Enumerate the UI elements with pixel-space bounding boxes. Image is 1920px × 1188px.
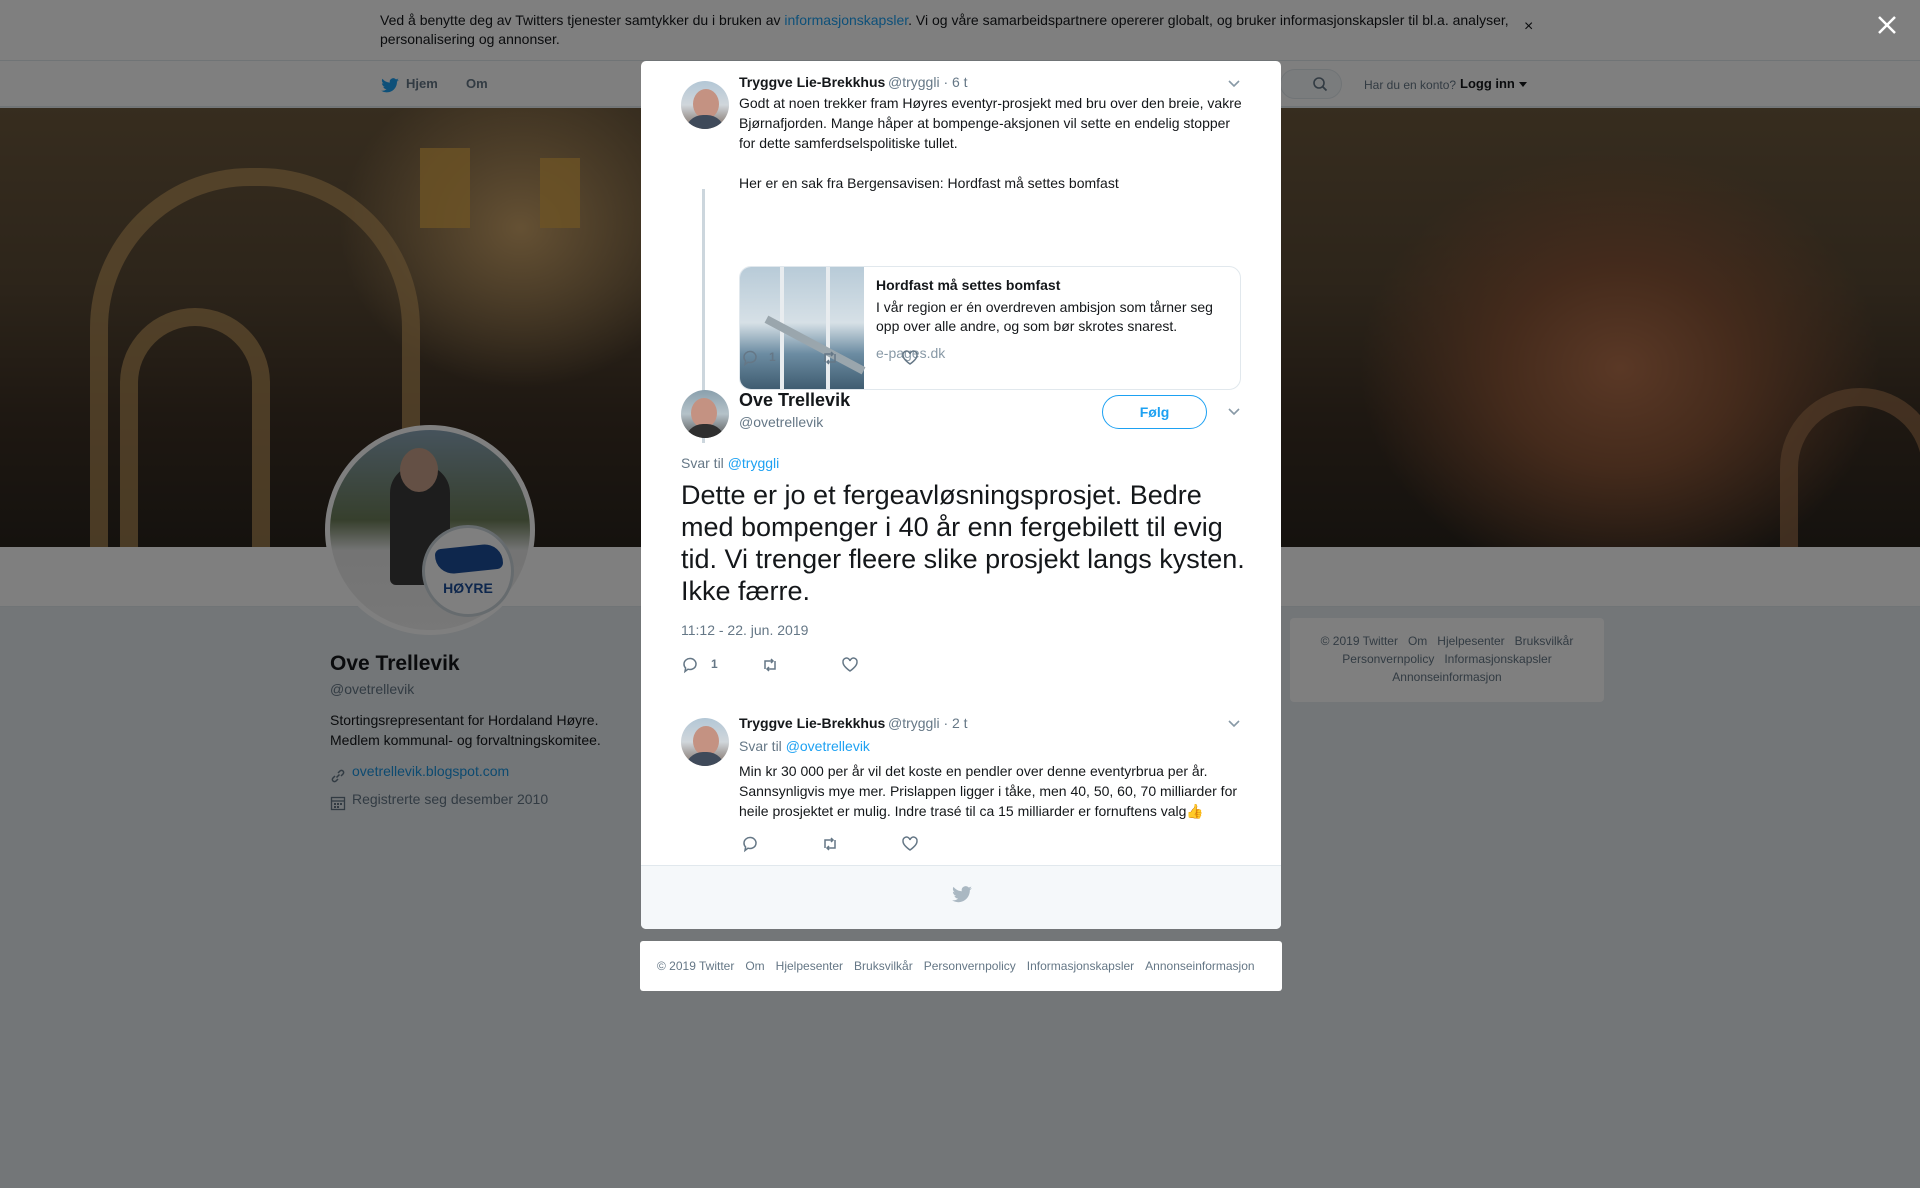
- heart-icon[interactable]: [841, 656, 859, 674]
- heart-icon[interactable]: [901, 835, 919, 853]
- tweet-author-name[interactable]: Tryggve Lie-Brekkhus: [739, 715, 885, 731]
- tweet-author-handle[interactable]: @tryggli · 2 t: [888, 715, 968, 731]
- tweet-main-text: Dette er jo et fergeavløsningsprosjet. B…: [681, 480, 1245, 606]
- modal-footer: [641, 865, 1281, 929]
- chevron-down-icon[interactable]: [1227, 79, 1241, 89]
- avatar-shirt: [685, 115, 725, 129]
- reply-icon[interactable]: [741, 835, 759, 853]
- reply-context: Svar til @ovetrellevik: [739, 738, 870, 754]
- card-image: [740, 267, 866, 389]
- tweet-author-name[interactable]: Ove Trellevik: [739, 390, 850, 411]
- tweet-time[interactable]: · 2 t: [943, 715, 967, 731]
- reply-mention-link[interactable]: @ovetrellevik: [786, 738, 870, 754]
- card-description: I vår region er én overdreven ambisjon s…: [876, 299, 1213, 334]
- reply-count: 1: [711, 657, 718, 671]
- bridge-pylon: [826, 267, 830, 389]
- avatar[interactable]: [681, 390, 729, 438]
- footer-link-terms[interactable]: Bruksvilkår: [854, 959, 913, 973]
- tweet-timestamp[interactable]: 11:12 - 22. jun. 2019: [681, 622, 808, 638]
- reply-label: Svar til: [739, 738, 786, 754]
- reply-mention-link[interactable]: @tryggli: [728, 455, 780, 471]
- retweet-icon[interactable]: [761, 656, 779, 674]
- reply-label: Svar til: [681, 455, 728, 471]
- footer-link-about[interactable]: Om: [745, 959, 764, 973]
- reply-context: Svar til @tryggli: [681, 455, 779, 471]
- card-title: Hordfast må settes bomfast: [876, 277, 1061, 293]
- tweet-author-name[interactable]: Tryggve Lie-Brekkhus: [739, 74, 885, 90]
- retweet-icon[interactable]: [821, 349, 839, 367]
- footer-copyright: © 2019 Twitter: [657, 959, 735, 973]
- chevron-down-icon[interactable]: [1227, 719, 1241, 729]
- tweet-handle: @tryggli: [888, 715, 940, 731]
- reply-icon[interactable]: [681, 656, 699, 674]
- avatar[interactable]: [681, 718, 729, 766]
- tweet-text-2: Her er en sak fra Bergensavisen: Hordfas…: [739, 175, 1119, 191]
- tweet-author-handle[interactable]: @tryggli · 6 t: [888, 74, 968, 90]
- link-card[interactable]: Hordfast må settes bomfast I vår region …: [739, 266, 1241, 390]
- avatar[interactable]: [681, 81, 729, 129]
- reply-count: 1: [769, 350, 776, 364]
- tweet-text: Godt at noen trekker fram Høyres eventyr…: [739, 95, 1242, 151]
- footer-link-privacy[interactable]: Personvernpolicy: [924, 959, 1016, 973]
- follow-button[interactable]: Følg: [1102, 395, 1207, 429]
- footer-link-help[interactable]: Hjelpesenter: [776, 959, 843, 973]
- twitter-bird-icon: [952, 886, 972, 903]
- chevron-down-icon[interactable]: [1227, 407, 1241, 417]
- retweet-icon[interactable]: [821, 835, 839, 853]
- avatar-shirt: [685, 424, 725, 438]
- heart-icon[interactable]: [901, 349, 919, 367]
- page-footer: © 2019 Twitter Om Hjelpesenter Bruksvilkår P…: [640, 941, 1282, 991]
- footer-link-ads[interactable]: Annonseinformasjon: [1145, 959, 1254, 973]
- reply-icon[interactable]: [741, 349, 759, 367]
- tweet-time[interactable]: · 6 t: [943, 74, 967, 90]
- tweet-modal: Tryggve Lie-Brekkhus @tryggli · 6 t Godt…: [641, 61, 1281, 929]
- tweet-handle: @tryggli: [888, 74, 940, 90]
- close-icon[interactable]: [1872, 10, 1902, 40]
- footer-link-cookies[interactable]: Informasjonskapsler: [1027, 959, 1134, 973]
- avatar-shirt: [685, 752, 725, 766]
- tweet-author-handle[interactable]: @ovetrellevik: [739, 414, 823, 430]
- tweet-text: Min kr 30 000 per år vil det koste en pe…: [739, 763, 1238, 819]
